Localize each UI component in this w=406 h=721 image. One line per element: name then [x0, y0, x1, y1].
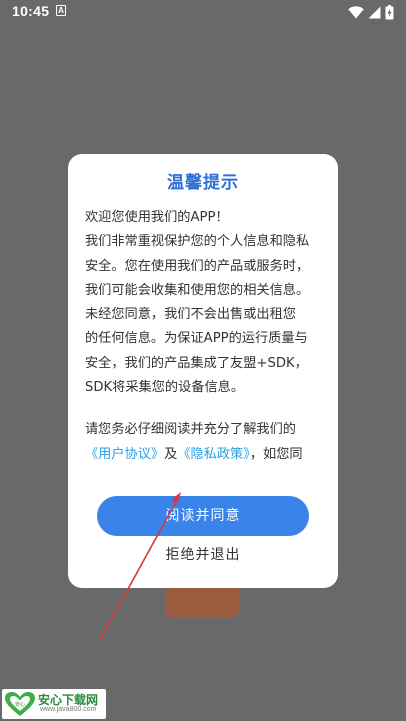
and-text: 及: [164, 446, 178, 462]
tail-text: ，如您同: [249, 446, 303, 462]
body-line-10: 《用户协议》及《隐私政策》，如您同: [85, 443, 325, 467]
body-line-2: 我们非常重视保护您的个人信息和隐私: [85, 234, 310, 250]
privacy-policy-link[interactable]: 《隐私政策》: [177, 447, 250, 462]
body-line-4: 我们可能会收集和使用您的相关信息。: [85, 282, 310, 298]
body-line-9: 请您务必仔细阅读并充分了解我们的: [85, 422, 296, 438]
cellular-signal-icon: [368, 6, 381, 18]
body-line-3: 安全。您在使用我们的产品或服务时，: [85, 258, 310, 274]
privacy-dialog: 温馨提示 欢迎您使用我们的APP！ 我们非常重视保护您的个人信息和隐私 安全。您…: [68, 154, 338, 588]
battery-charging-icon: [385, 4, 394, 19]
heart-logo-icon: 安心: [5, 692, 35, 716]
site-watermark: 安心 安心下载网 www.java800.com: [2, 689, 106, 719]
watermark-url: www.java800.com: [40, 706, 97, 713]
user-agreement-link[interactable]: 《用户协议》: [85, 447, 164, 462]
body-line-7: 安全，我们的产品集成了友盟+SDK，: [85, 355, 308, 371]
status-indicators: [348, 4, 394, 20]
body-line-1: 欢迎您使用我们的APP！: [85, 210, 229, 225]
agree-button[interactable]: 阅读并同意: [97, 496, 309, 536]
dialog-body[interactable]: 欢迎您使用我们的APP！ 我们非常重视保护您的个人信息和隐私 安全。您在使用我们…: [85, 206, 325, 468]
status-time: 10:45: [12, 3, 50, 19]
wifi-icon: [348, 5, 364, 18]
body-line-6: 的任何信息。为保证APP的运行质量与: [85, 331, 308, 347]
status-bar: 10:45 A: [0, 0, 406, 24]
body-line-5: 未经您同意，我们不会出售或出租您: [85, 307, 296, 323]
notification-icon: A: [56, 5, 66, 16]
logo-text: 安心: [15, 701, 25, 708]
body-line-8: SDK将采集您的设备信息。: [85, 380, 245, 396]
dialog-title: 温馨提示: [167, 173, 239, 193]
reject-exit-button[interactable]: 拒绝并退出: [68, 544, 338, 564]
